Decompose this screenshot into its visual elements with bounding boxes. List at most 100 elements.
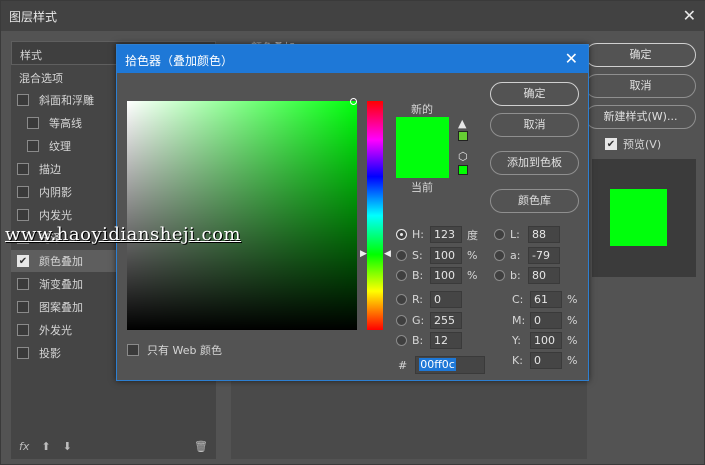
gamut-warning-icon[interactable]: ▲ [458, 117, 466, 130]
color-libraries-button[interactable]: 颜色库 [490, 189, 579, 213]
lab-l-row: L: 88 [494, 226, 560, 243]
trash-icon[interactable]: 🗑 [194, 440, 208, 453]
saturation-label: S: [412, 249, 423, 262]
new-style-button[interactable]: 新建样式(W)... [585, 105, 696, 129]
hue-input[interactable]: 123 [430, 226, 462, 243]
saturation-row: S: 100 % [396, 247, 477, 264]
checkbox-icon[interactable] [27, 117, 39, 129]
preview-label: 预览(V) [623, 138, 662, 151]
checkbox-icon[interactable] [17, 186, 29, 198]
checked-checkbox-icon[interactable]: ✔ [17, 255, 29, 267]
cyan-label: C: [512, 293, 524, 306]
lab-l-input[interactable]: 88 [528, 226, 560, 243]
lab-b-input[interactable]: 80 [528, 267, 560, 284]
picker-title: 拾色器（叠加颜色） [125, 54, 234, 68]
brightness-radio[interactable] [396, 270, 407, 281]
hue-slider[interactable] [367, 101, 383, 330]
brightness-unit: % [467, 269, 478, 282]
web-safe-cube-icon[interactable]: ⬡ [458, 150, 468, 163]
lab-a-row: a: -79 [494, 247, 560, 264]
yellow-row: Y: 100 % [512, 332, 577, 349]
black-row: K: 0 % [512, 352, 577, 369]
checkbox-icon[interactable] [27, 140, 39, 152]
fx-icon[interactable]: fx [19, 440, 29, 453]
cancel-button[interactable]: 取消 [585, 74, 696, 98]
picker-titlebar: 拾色器（叠加颜色） ✕ [117, 45, 588, 73]
brightness-label: B: [412, 269, 424, 282]
lab-a-input[interactable]: -79 [528, 247, 560, 264]
web-only-label: 只有 Web 颜色 [147, 344, 222, 357]
lab-l-radio[interactable] [494, 229, 505, 240]
green-radio[interactable] [396, 315, 407, 326]
hex-input[interactable]: 00ff0c [415, 356, 486, 374]
black-unit: % [567, 354, 578, 367]
lab-a-radio[interactable] [494, 250, 505, 261]
web-only-checkbox[interactable]: 只有 Web 颜色 [127, 342, 222, 358]
yellow-unit: % [567, 334, 578, 347]
saturation-radio[interactable] [396, 250, 407, 261]
red-radio[interactable] [396, 294, 407, 305]
green-input[interactable]: 255 [430, 312, 462, 329]
yellow-label: Y: [512, 334, 521, 347]
checkbox-icon[interactable] [17, 209, 29, 221]
color-picker-dialog: 拾色器（叠加颜色） ✕ ▶ ◀ 只有 Web 颜色 新的 当前 ▲ ⬡ 确定 取… [116, 44, 589, 381]
color-field-marker[interactable] [350, 98, 357, 105]
picker-ok-button[interactable]: 确定 [490, 82, 579, 106]
saturation-unit: % [467, 249, 478, 262]
saturation-input[interactable]: 100 [430, 247, 462, 264]
style-item-label: 投影 [39, 347, 61, 360]
green-row: G: 255 [396, 312, 462, 329]
add-to-swatches-button[interactable]: 添加到色板 [490, 151, 579, 175]
close-icon[interactable]: ✕ [683, 6, 696, 25]
hue-arrow-left-icon[interactable]: ◀ [384, 249, 391, 259]
brightness-input[interactable]: 100 [430, 267, 462, 284]
preview-thumbnail [592, 159, 696, 277]
style-item-label: 斜面和浮雕 [39, 94, 94, 107]
style-item-label: 等高线 [49, 117, 82, 130]
checkbox-icon[interactable] [17, 163, 29, 175]
preview-checkbox[interactable]: ✔ 预览(V) [605, 136, 661, 152]
blue-row: B: 12 [396, 332, 462, 349]
checkbox-icon[interactable] [17, 278, 29, 290]
cyan-row: C: 61 % [512, 291, 577, 308]
watermark: www.haoyidiansheji.com [5, 224, 242, 245]
style-item-label: 图案叠加 [39, 301, 83, 314]
hex-row: # 00ff0c [398, 356, 486, 374]
web-safe-swatch[interactable] [458, 165, 468, 175]
move-down-icon[interactable]: ⬇ [63, 440, 72, 453]
hue-label: H: [412, 228, 424, 241]
yellow-input[interactable]: 100 [530, 332, 562, 349]
styles-footer: fx ⬆ ⬇ 🗑 [11, 433, 216, 459]
cyan-input[interactable]: 61 [530, 291, 562, 308]
lab-l-label: L: [510, 228, 520, 241]
blue-input[interactable]: 12 [430, 332, 462, 349]
picker-cancel-button[interactable]: 取消 [490, 113, 579, 137]
red-input[interactable]: 0 [430, 291, 462, 308]
checkbox-icon[interactable] [17, 301, 29, 313]
checkbox-icon[interactable] [17, 324, 29, 336]
checkbox-icon[interactable] [17, 94, 29, 106]
blend-options-item[interactable]: 混合选项 [19, 70, 63, 86]
hue-arrow-right-icon[interactable]: ▶ [360, 249, 367, 259]
lab-b-radio[interactable] [494, 270, 505, 281]
hue-radio[interactable] [396, 229, 407, 240]
ok-button[interactable]: 确定 [585, 43, 696, 67]
new-color-label: 新的 [411, 103, 433, 116]
hue-unit: 度 [467, 228, 478, 242]
hue-row: H: 123 度 [396, 226, 478, 243]
magenta-unit: % [567, 314, 578, 327]
lab-b-label: b: [510, 269, 521, 282]
gamut-swatch[interactable] [458, 131, 468, 141]
style-item-label: 纹理 [49, 140, 71, 153]
magenta-input[interactable]: 0 [530, 312, 562, 329]
current-color-label: 当前 [411, 181, 433, 194]
picker-close-icon[interactable]: ✕ [565, 49, 578, 68]
black-input[interactable]: 0 [530, 352, 562, 369]
current-color-swatch[interactable] [396, 148, 449, 178]
lab-a-label: a: [510, 249, 521, 262]
red-row: R: 0 [396, 291, 462, 308]
blue-radio[interactable] [396, 335, 407, 346]
checkbox-icon[interactable] [17, 347, 29, 359]
color-field[interactable] [127, 101, 357, 330]
move-up-icon[interactable]: ⬆ [41, 440, 50, 453]
